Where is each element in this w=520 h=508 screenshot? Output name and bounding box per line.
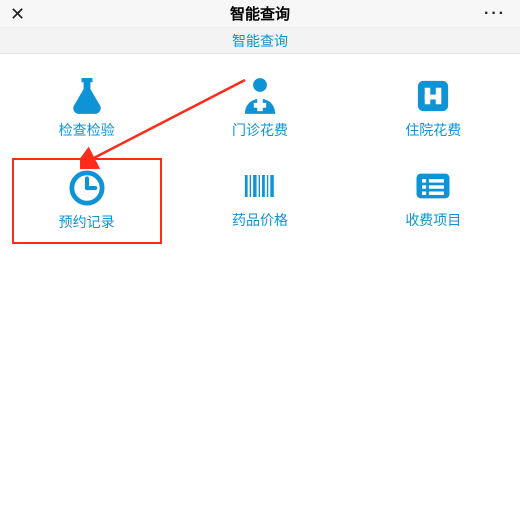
menu-item-appointment[interactable]: 预约记录 [12,158,162,244]
close-icon[interactable]: ✕ [10,5,25,23]
hospital-icon [411,74,455,118]
menu-item-label: 住院花费 [405,120,461,140]
barcode-icon [238,164,282,208]
menu-item-inpatient[interactable]: 住院花费 [358,68,508,150]
menu-grid: 检查检验 门诊花费 住院花费 预约记录 [0,54,520,508]
more-icon[interactable]: ··· [484,5,506,23]
grid-row: 检查检验 门诊花费 住院花费 [0,68,520,150]
subheader-title: 智能查询 [232,31,288,51]
menu-item-drug-price[interactable]: 药品价格 [185,158,335,244]
grid-row: 预约记录 药品价格 [0,158,520,244]
subheader-bar: 智能查询 [0,28,520,54]
menu-item-label: 预约记录 [59,212,115,232]
list-box-icon [411,164,455,208]
page-title: 智能查询 [230,3,290,24]
menu-item-outpatient[interactable]: 门诊花费 [185,68,335,150]
menu-item-label: 药品价格 [232,210,288,230]
header-bar: ✕ 智能查询 ··· [0,0,520,28]
doctor-icon [238,74,282,118]
clock-icon [65,166,109,210]
flask-icon [65,74,109,118]
menu-item-inspection[interactable]: 检查检验 [12,68,162,150]
menu-item-label: 检查检验 [59,120,115,140]
menu-item-fee-item[interactable]: 收费项目 [358,158,508,244]
menu-item-label: 门诊花费 [232,120,288,140]
page-root: ✕ 智能查询 ··· 智能查询 检查检验 门诊花费 [0,0,520,508]
menu-item-label: 收费项目 [405,210,461,230]
